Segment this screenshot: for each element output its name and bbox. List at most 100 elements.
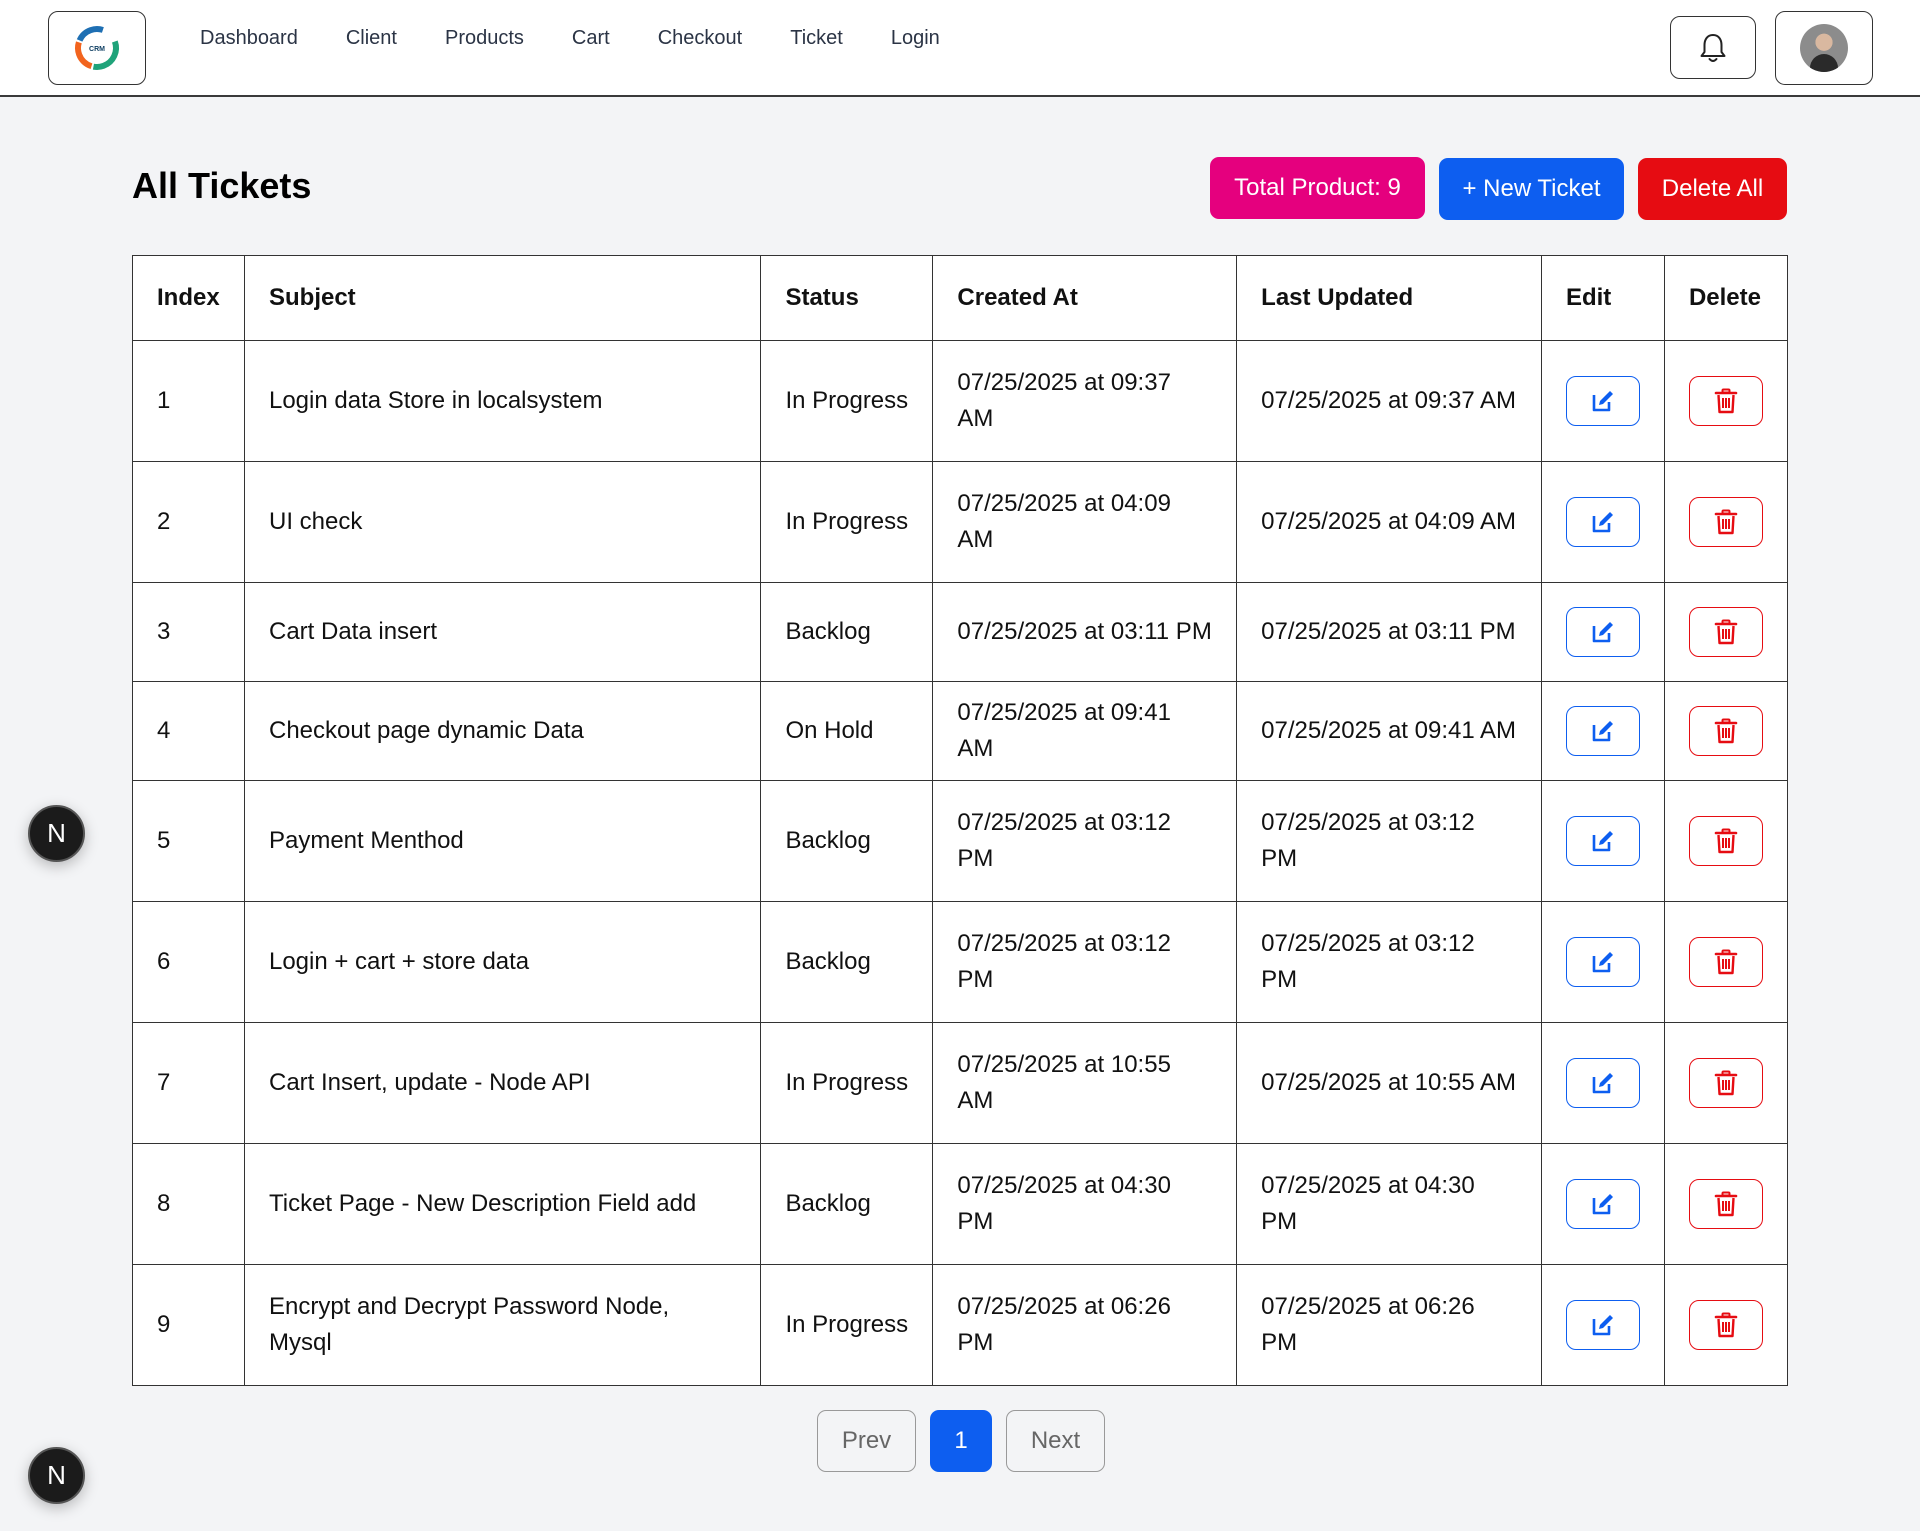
- edit-button[interactable]: [1565, 937, 1640, 987]
- ticket-last-updated: 07/25/2025 at 10:55 AM: [1236, 1022, 1542, 1144]
- edit-icon: [1592, 512, 1613, 533]
- edit-cell: [1540, 780, 1665, 902]
- edit-button[interactable]: [1565, 1179, 1640, 1229]
- nav-link-ticket[interactable]: Ticket: [766, 27, 867, 50]
- ticket-subject: Cart Data insert: [243, 582, 762, 682]
- edit-cell: [1540, 901, 1665, 1023]
- column-header-edit: Edit: [1540, 255, 1665, 341]
- trash-icon: [1714, 718, 1738, 744]
- ticket-status: In Progress: [760, 1264, 934, 1386]
- ticket-status: In Progress: [760, 340, 934, 462]
- ticket-index: 3: [132, 582, 245, 682]
- nav-links: Dashboard Client Products Cart Checkout …: [176, 0, 964, 76]
- edit-cell: [1540, 582, 1665, 682]
- delete-cell: [1663, 461, 1789, 583]
- logo-text: CRM: [89, 46, 105, 53]
- table-body: 1 Login data Store in localsystem In Progr…: [132, 340, 1789, 1386]
- nav-link-dashboard[interactable]: Dashboard: [176, 27, 322, 50]
- ticket-index: 8: [132, 1143, 245, 1265]
- trash-icon: [1714, 828, 1738, 854]
- page-title: All Tickets: [132, 165, 312, 206]
- ticket-created-at: 07/25/2025 at 09:37 AM: [932, 340, 1238, 462]
- edit-cell: [1540, 681, 1665, 781]
- ticket-status: On Hold: [760, 681, 934, 781]
- edit-button[interactable]: [1565, 607, 1640, 657]
- ticket-created-at: 07/25/2025 at 03:11 PM: [932, 582, 1238, 682]
- trash-icon: [1714, 388, 1738, 414]
- ticket-created-at: 07/25/2025 at 09:41 AM: [932, 681, 1238, 781]
- ticket-last-updated: 07/25/2025 at 03:12 PM: [1236, 901, 1542, 1023]
- next-page-button[interactable]: Next: [1006, 1410, 1105, 1472]
- delete-button[interactable]: [1688, 1300, 1763, 1350]
- nav-link-checkout[interactable]: Checkout: [634, 27, 767, 50]
- edit-icon: [1592, 391, 1613, 412]
- edit-icon: [1592, 1073, 1613, 1094]
- bell-icon: [1700, 33, 1726, 62]
- delete-button[interactable]: [1688, 497, 1763, 547]
- ticket-status: Backlog: [760, 780, 934, 902]
- table-row: 9 Encrypt and Decrypt Password Node, Mysq…: [132, 1264, 1789, 1386]
- delete-button[interactable]: [1688, 706, 1763, 756]
- logo[interactable]: CRM: [48, 11, 146, 85]
- logo-icon: CRM: [75, 26, 119, 70]
- delete-all-button[interactable]: Delete All: [1638, 158, 1787, 220]
- page-1-button[interactable]: 1: [930, 1410, 992, 1472]
- delete-button[interactable]: [1688, 1179, 1763, 1229]
- edit-cell: [1540, 1143, 1665, 1265]
- delete-cell: [1663, 780, 1789, 902]
- edit-icon: [1592, 622, 1613, 643]
- user-menu-button[interactable]: [1775, 11, 1873, 85]
- ticket-created-at: 07/25/2025 at 04:30 PM: [932, 1143, 1238, 1265]
- ticket-subject: Ticket Page - New Description Field add: [243, 1143, 762, 1265]
- tickets-table: Index Subject Status Created At Last Upd…: [132, 255, 1789, 1386]
- notification-button[interactable]: [1670, 16, 1756, 79]
- ticket-last-updated: 07/25/2025 at 09:41 AM: [1236, 681, 1542, 781]
- new-ticket-button[interactable]: + New Ticket: [1439, 158, 1624, 220]
- edit-button[interactable]: [1565, 497, 1640, 547]
- delete-button[interactable]: [1688, 376, 1763, 426]
- trash-icon: [1714, 1312, 1738, 1338]
- ticket-last-updated: 07/25/2025 at 09:37 AM: [1236, 340, 1542, 462]
- column-header-index: Index: [132, 255, 245, 341]
- delete-button[interactable]: [1688, 607, 1763, 657]
- edit-button[interactable]: [1565, 376, 1640, 426]
- delete-button[interactable]: [1688, 1058, 1763, 1108]
- nextjs-dev-badge-bottom[interactable]: N: [28, 1447, 85, 1504]
- table-row: 8 Ticket Page - New Description Field add…: [132, 1143, 1789, 1265]
- ticket-subject: Login + cart + store data: [243, 901, 762, 1023]
- edit-cell: [1540, 1264, 1665, 1386]
- edit-icon: [1592, 831, 1613, 852]
- table-row: 7 Cart Insert, update - Node API In Progre…: [132, 1022, 1789, 1144]
- table-row: 5 Payment Menthod Backlog 07/25/2025 at 03:…: [132, 780, 1789, 902]
- ticket-last-updated: 07/25/2025 at 04:30 PM: [1236, 1143, 1542, 1265]
- prev-page-button[interactable]: Prev: [817, 1410, 916, 1472]
- ticket-subject: Login data Store in localsystem: [243, 340, 762, 462]
- delete-cell: [1663, 901, 1789, 1023]
- nav-link-products[interactable]: Products: [421, 27, 548, 50]
- delete-button[interactable]: [1688, 816, 1763, 866]
- delete-button[interactable]: [1688, 937, 1763, 987]
- trash-icon: [1714, 1070, 1738, 1096]
- nav-link-client[interactable]: Client: [322, 27, 421, 50]
- ticket-index: 6: [132, 901, 245, 1023]
- total-product-button[interactable]: Total Product: 9: [1210, 157, 1425, 219]
- ticket-index: 7: [132, 1022, 245, 1144]
- nav-link-cart[interactable]: Cart: [548, 27, 634, 50]
- table-header-row: Index Subject Status Created At Last Upd…: [132, 255, 1789, 341]
- edit-button[interactable]: [1565, 1300, 1640, 1350]
- delete-cell: [1663, 1022, 1789, 1144]
- ticket-created-at: 07/25/2025 at 10:55 AM: [932, 1022, 1238, 1144]
- edit-button[interactable]: [1565, 1058, 1640, 1108]
- ticket-subject: UI check: [243, 461, 762, 583]
- nav-link-login[interactable]: Login: [867, 27, 964, 50]
- edit-button[interactable]: [1565, 816, 1640, 866]
- column-header-status: Status: [760, 255, 934, 341]
- edit-cell: [1540, 1022, 1665, 1144]
- edit-cell: [1540, 340, 1665, 462]
- trash-icon: [1714, 949, 1738, 975]
- trash-icon: [1714, 619, 1738, 645]
- nextjs-dev-badge[interactable]: N: [28, 805, 85, 862]
- ticket-index: 9: [132, 1264, 245, 1386]
- pagination: Prev 1 Next: [817, 1410, 1105, 1472]
- edit-button[interactable]: [1565, 706, 1640, 756]
